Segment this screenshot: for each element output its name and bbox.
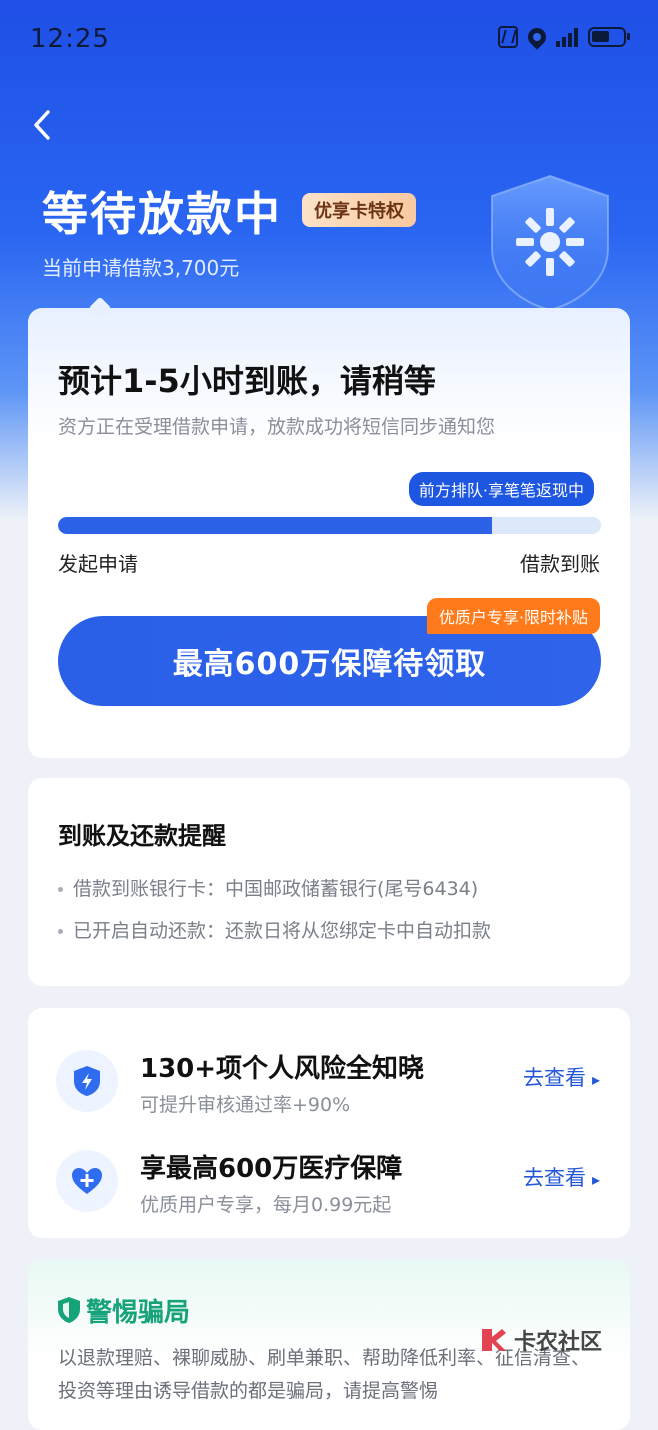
- nfc-icon: [498, 26, 518, 48]
- cta-promo-tag: 优质户专享·限时补贴: [426, 598, 600, 634]
- step-end-label: 借款到账: [520, 552, 600, 576]
- feature-title: 130+项个人风险全知晓: [140, 1054, 425, 1084]
- services-card: 130+项个人风险全知晓 可提升审核通过率+90% 去查看 享最高600万医疗保…: [28, 1008, 630, 1238]
- feature-subtitle: 可提升审核通过率+90%: [140, 1094, 351, 1116]
- reminder-card: 到账及还款提醒 借款到账银行卡：中国邮政储蓄银行(尾号6434) 已开启自动还款…: [28, 778, 630, 986]
- reminder-title: 到账及还款提醒: [58, 822, 226, 850]
- location-icon: [524, 24, 550, 50]
- shield-logo-icon: [491, 174, 609, 312]
- reminder-item: 已开启自动还款：还款日将从您绑定卡中自动扣款: [58, 916, 491, 943]
- loan-status-card: 预计1-5小时到账，请稍等 资方正在受理借款申请，放款成功将短信同步通知您 前方…: [28, 296, 630, 758]
- step-start-label: 发起申请: [58, 552, 138, 576]
- risk-report-item[interactable]: 130+项个人风险全知晓 可提升审核通过率+90% 去查看: [28, 1040, 630, 1140]
- page-title: 等待放款中: [42, 187, 282, 241]
- warning-title: 警惕骗局: [86, 1298, 191, 1328]
- shield-check-icon: [58, 1297, 80, 1323]
- bullet-icon: [58, 929, 63, 934]
- community-logo-icon: [482, 1329, 506, 1351]
- feature-subtitle: 优质用户专享，每月0.99元起: [140, 1194, 392, 1216]
- battery-icon: [588, 27, 630, 47]
- heart-plus-icon: [56, 1150, 118, 1212]
- shield-bolt-icon: [56, 1050, 118, 1112]
- progress-fill: [58, 517, 493, 534]
- view-link[interactable]: 去查看: [523, 1162, 600, 1192]
- medical-insurance-item[interactable]: 享最高600万医疗保障 优质用户专享，每月0.99元起 去查看: [28, 1140, 630, 1240]
- status-time: 12:25: [30, 24, 110, 54]
- eta-heading: 预计1-5小时到账，请稍等: [58, 362, 436, 400]
- privilege-badge: 优享卡特权: [302, 193, 416, 227]
- status-bar: 12:25: [0, 0, 658, 80]
- signal-icon: [556, 27, 578, 47]
- chevron-left-icon: [34, 110, 50, 140]
- eta-description: 资方正在受理借款申请，放款成功将短信同步通知您: [58, 416, 496, 438]
- feature-title: 享最高600万医疗保障: [140, 1154, 403, 1184]
- view-link[interactable]: 去查看: [523, 1062, 600, 1092]
- watermark-text: 卡农社区: [514, 1330, 603, 1355]
- back-button[interactable]: [28, 108, 56, 142]
- bullet-icon: [58, 887, 63, 892]
- reminder-item: 借款到账银行卡：中国邮政储蓄银行(尾号6434): [58, 874, 478, 901]
- loan-amount-text: 当前申请借款3,700元: [42, 256, 240, 280]
- queue-tag: 前方排队·享笔笔返现中: [408, 472, 594, 506]
- watermark: 卡农社区: [478, 1324, 602, 1356]
- status-icons: [498, 24, 630, 50]
- loan-progress-bar: [58, 517, 601, 534]
